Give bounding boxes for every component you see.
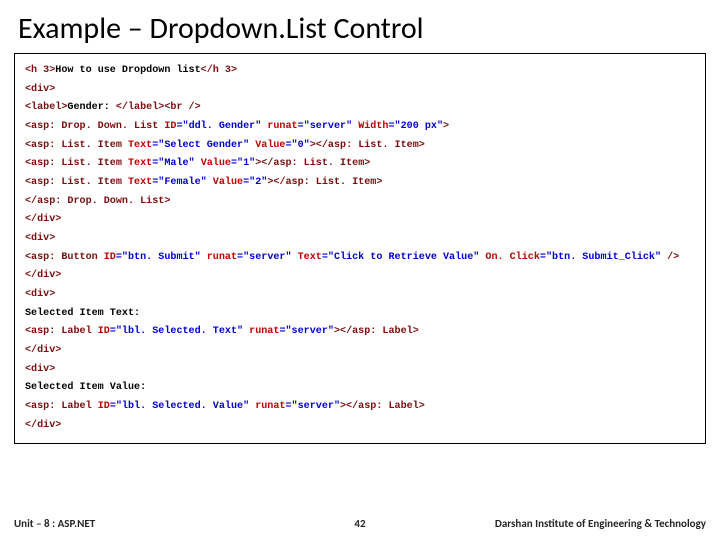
code-line: <div> [25,361,695,380]
code-line: </div> [25,417,695,436]
code-line: <div> [25,286,695,305]
code-line: </div> [25,267,695,286]
code-line: <div> [25,230,695,249]
code-line: Selected Item Value: [25,379,695,398]
code-line: </asp: Drop. Down. List> [25,193,695,212]
code-line: <asp: Label ID="lbl. Selected. Value" ru… [25,398,695,417]
slide-title: Example – Dropdown.List Control [0,0,720,53]
code-line: <div> [25,81,695,100]
code-line: </div> [25,342,695,361]
footer-right: Darshan Institute of Engineering & Techn… [495,517,706,530]
code-line: Selected Item Text: [25,305,695,324]
code-line: <asp: Label ID="lbl. Selected. Text" run… [25,323,695,342]
code-line: <asp: List. Item Text="Female" Value="2"… [25,174,695,193]
code-line: <asp: List. Item Text="Male" Value="1"><… [25,155,695,174]
code-line: </div> [25,211,695,230]
code-block: <h 3>How to use Dropdown list</h 3><div>… [14,53,706,444]
code-line: <asp: Button ID="btn. Submit" runat="ser… [25,249,695,268]
code-line: <asp: List. Item Text="Select Gender" Va… [25,137,695,156]
code-line: <asp: Drop. Down. List ID="ddl. Gender" … [25,118,695,137]
footer: Unit – 8 : ASP.NET 42 Darshan Institute … [14,517,706,530]
footer-left: Unit – 8 : ASP.NET [14,517,95,530]
code-line: <h 3>How to use Dropdown list</h 3> [25,62,695,81]
code-line: <label>Gender: </label><br /> [25,99,695,118]
